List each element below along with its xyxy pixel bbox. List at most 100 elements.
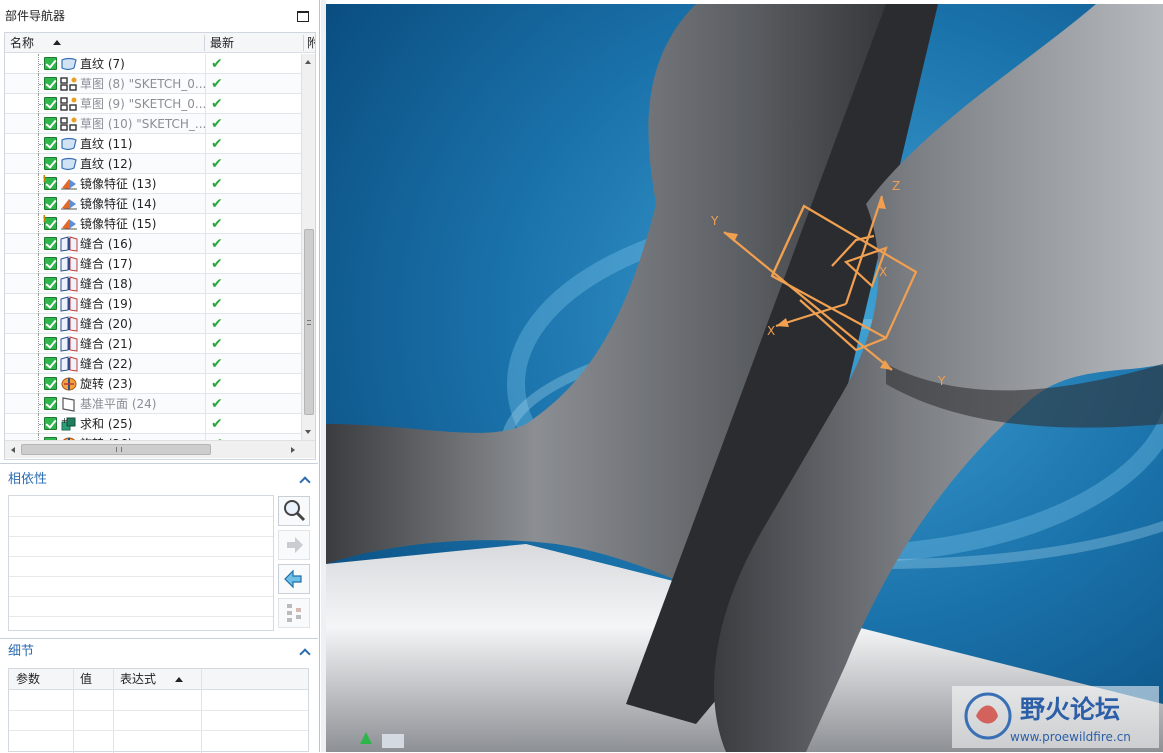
feature-label: 直纹 (12): [80, 157, 133, 171]
feature-label: 缝合 (22): [80, 357, 133, 371]
tree-row[interactable]: 镜像特征 (14) ✔: [5, 194, 301, 214]
checkbox-checked[interactable]: [44, 237, 57, 250]
column-divider: [205, 274, 206, 294]
checkbox-checked[interactable]: [44, 257, 57, 270]
column-divider[interactable]: [204, 35, 205, 51]
tree-row[interactable]: 草图 (9) "SKETCH_0... ✔: [5, 94, 301, 114]
list-row: [9, 536, 273, 537]
up-to-date-check-icon: ✔: [211, 336, 223, 352]
up-to-date-check-icon: ✔: [211, 116, 223, 132]
tree-row[interactable]: 缝合 (19) ✔: [5, 294, 301, 314]
scroll-up-icon[interactable]: [305, 60, 311, 64]
tree-row[interactable]: 缝合 (18) ✔: [5, 274, 301, 294]
column-divider[interactable]: [303, 35, 304, 51]
tree-row[interactable]: 旋转 (23) ✔: [5, 374, 301, 394]
list-row: [9, 596, 273, 597]
scroll-down-icon[interactable]: [305, 430, 311, 434]
scroll-thumb[interactable]: [21, 444, 211, 455]
arrow-right-icon: [287, 537, 303, 553]
up-to-date-check-icon: ✔: [211, 136, 223, 152]
column-header-value[interactable]: 值: [80, 669, 92, 690]
feature-label: 缝合 (18): [80, 277, 133, 291]
watermark-url: www.proewildfire.cn: [1010, 730, 1131, 744]
checkbox-checked[interactable]: [44, 337, 57, 350]
scroll-left-icon[interactable]: [11, 447, 15, 453]
tree-row[interactable]: 直纹 (11) ✔: [5, 134, 301, 154]
feature-label: 缝合 (17): [80, 257, 133, 271]
up-to-date-check-icon: ✔: [211, 376, 223, 392]
column-divider: [205, 354, 206, 374]
column-header-latest[interactable]: 最新: [210, 33, 234, 53]
checkbox-checked[interactable]: [44, 97, 57, 110]
up-to-date-check-icon: ✔: [211, 316, 223, 332]
forum-watermark: 野火论坛 www.proewildfire.cn: [952, 686, 1159, 748]
part-navigator-panel: 部件导航器 名称 最新 附 直纹 (7) ✔ 草图 (8) "SKETCH_0...…: [0, 0, 320, 753]
up-to-date-check-icon: ✔: [211, 256, 223, 272]
sort-ascending-icon[interactable]: [175, 677, 183, 682]
feature-label: 缝合 (16): [80, 237, 133, 251]
details-table: 参数 值 表达式: [8, 668, 309, 753]
next-button[interactable]: [278, 530, 310, 560]
tree-row[interactable]: + 求和 (25) ✔: [5, 414, 301, 434]
feature-label: 镜像特征 (13): [80, 177, 157, 191]
tree-row[interactable]: 缝合 (20) ✔: [5, 314, 301, 334]
checkbox-checked[interactable]: [44, 137, 57, 150]
tree-row[interactable]: ! 镜像特征 (15) ✔: [5, 214, 301, 234]
checkbox-checked[interactable]: [44, 297, 57, 310]
checkbox-checked[interactable]: [44, 397, 57, 410]
search-button[interactable]: [278, 496, 310, 526]
checkbox-checked[interactable]: [44, 357, 57, 370]
horizontal-scrollbar[interactable]: [5, 440, 315, 458]
checkbox-checked[interactable]: [44, 277, 57, 290]
sort-ascending-icon[interactable]: [53, 40, 61, 45]
tree-row[interactable]: 草图 (10) "SKETCH_... ✔: [5, 114, 301, 134]
details-title[interactable]: 细节: [8, 642, 34, 662]
checkbox-checked[interactable]: [44, 197, 57, 210]
column-header-param[interactable]: 参数: [16, 669, 40, 690]
dependency-tree-button[interactable]: [278, 598, 310, 628]
ruled-surface-icon: [60, 136, 78, 152]
feature-label: 旋转 (23): [80, 377, 133, 391]
list-row: [9, 710, 308, 711]
ruled-surface-icon: [60, 156, 78, 172]
checkbox-checked[interactable]: [44, 77, 57, 90]
column-header-name[interactable]: 名称: [10, 33, 34, 53]
vertical-scrollbar[interactable]: [301, 54, 315, 440]
navigator-title: 部件导航器: [5, 9, 66, 23]
checkbox-checked[interactable]: [44, 117, 57, 130]
collapse-up-icon[interactable]: [300, 474, 310, 484]
axis-label-x: X: [767, 324, 775, 338]
maximize-icon[interactable]: [297, 11, 309, 22]
checkbox-checked[interactable]: [44, 317, 57, 330]
scroll-right-icon[interactable]: [291, 447, 295, 453]
tree-row[interactable]: 直纹 (7) ✔: [5, 54, 301, 74]
dependencies-title[interactable]: 相依性: [8, 470, 47, 490]
up-to-date-check-icon: ✔: [211, 396, 223, 412]
axis-label-x: X: [879, 265, 887, 279]
column-header-extra[interactable]: 附: [307, 33, 315, 53]
column-divider: [205, 234, 206, 254]
feature-label: 求和 (25): [80, 417, 133, 431]
checkbox-checked[interactable]: [44, 157, 57, 170]
checkbox-checked[interactable]: [44, 57, 57, 70]
tree-row[interactable]: 草图 (8) "SKETCH_0... ✔: [5, 74, 301, 94]
up-to-date-check-icon: ✔: [211, 236, 223, 252]
tree-row[interactable]: ! 镜像特征 (13) ✔: [5, 174, 301, 194]
tree-row[interactable]: 直纹 (12) ✔: [5, 154, 301, 174]
column-header-expression[interactable]: 表达式: [120, 669, 156, 690]
tree-row[interactable]: 缝合 (21) ✔: [5, 334, 301, 354]
column-divider: [205, 374, 206, 394]
checkbox-checked[interactable]: [44, 377, 57, 390]
scroll-thumb[interactable]: [304, 229, 314, 415]
arrow-left-icon: [284, 569, 302, 589]
tree-row[interactable]: 缝合 (17) ✔: [5, 254, 301, 274]
tree-row[interactable]: 缝合 (16) ✔: [5, 234, 301, 254]
graphics-viewport[interactable]: Y Z X X Y 野火论坛 www.proewildfire.cn: [326, 4, 1163, 752]
previous-button[interactable]: [278, 564, 310, 594]
model-render: Y Z X X Y 野火论坛 www.proewildfire.cn: [326, 4, 1163, 752]
checkbox-checked[interactable]: [44, 417, 57, 430]
tree-row[interactable]: 基准平面 (24) ✔: [5, 394, 301, 414]
collapse-up-icon[interactable]: [300, 646, 310, 656]
tree-row[interactable]: 缝合 (22) ✔: [5, 354, 301, 374]
up-to-date-check-icon: ✔: [211, 156, 223, 172]
